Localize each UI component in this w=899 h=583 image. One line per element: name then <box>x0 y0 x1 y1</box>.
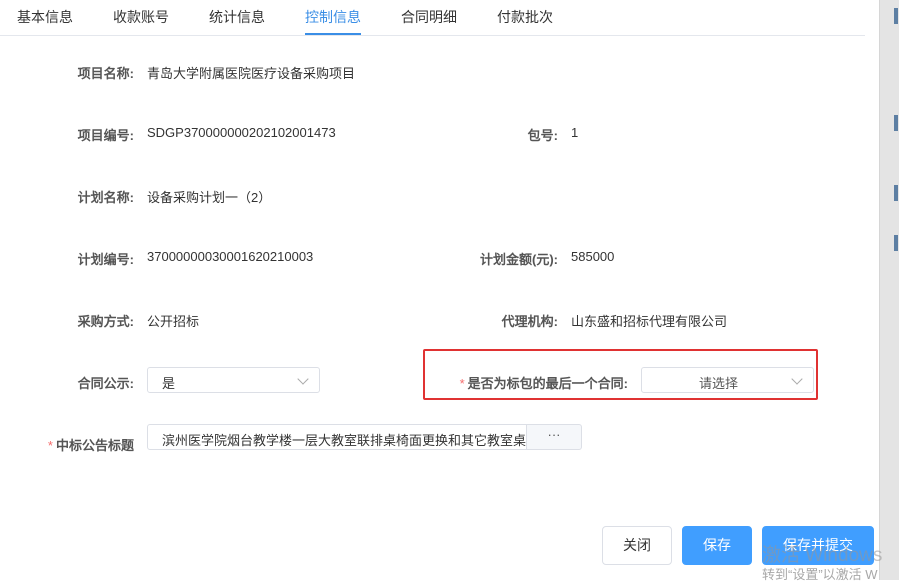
strip-mark <box>894 8 898 24</box>
plan-amount-label: 计划金额(元): <box>480 252 558 267</box>
purchase-method-value: 公开招标 <box>147 314 200 329</box>
save-button[interactable]: 保存 <box>682 526 752 565</box>
bid-notice-title-label-text: 中标公告标题 <box>55 438 134 453</box>
project-name-label: 项目名称: <box>77 66 134 81</box>
tab-receiving-account[interactable]: 收款账号 <box>113 7 169 27</box>
strip-mark <box>894 115 898 131</box>
last-contract-placeholder: 请选择 <box>699 376 739 391</box>
required-mark: * <box>459 376 465 391</box>
tab-contract-details[interactable]: 合同明细 <box>401 7 457 27</box>
package-no-label: 包号: <box>527 128 558 143</box>
tab-bar: 基本信息 收款账号 统计信息 控制信息 合同明细 付款批次 <box>0 0 865 36</box>
last-contract-select[interactable]: 请选择 <box>641 367 814 393</box>
required-mark: * <box>47 438 53 453</box>
plan-no-value: 37000000030001620210003 <box>147 249 314 264</box>
plan-name-value: 设备采购计划一（2） <box>147 190 272 205</box>
agency-label: 代理机构: <box>501 314 558 329</box>
chevron-down-icon <box>297 373 309 385</box>
project-no-value: SDGP370000000202102001473 <box>147 125 336 140</box>
activation-watermark-line2: 转到“设置”以激活 W <box>762 567 878 582</box>
more-button[interactable]: ··· <box>526 424 582 450</box>
plan-name-label: 计划名称: <box>77 190 134 205</box>
strip-mark <box>894 235 898 251</box>
close-button[interactable]: 关闭 <box>602 526 672 565</box>
activation-watermark-line1: 激活 Windows <box>762 545 883 566</box>
tab-payment-batch[interactable]: 付款批次 <box>497 7 553 27</box>
background-window-strip <box>879 0 899 580</box>
bid-notice-title-input[interactable]: 滨州医学院烟台教学楼一层大教室联排桌椅面更换和其它教室桌椅 <box>147 424 527 450</box>
contract-public-select[interactable]: 是 <box>147 367 320 393</box>
tab-control-info[interactable]: 控制信息 <box>305 7 361 27</box>
bid-notice-title-label: * 中标公告标题 <box>20 435 134 454</box>
contract-public-selected: 是 <box>162 376 176 391</box>
agency-value: 山东盛和招标代理有限公司 <box>571 314 728 329</box>
plan-amount-value: 585000 <box>571 249 615 264</box>
tab-basic-info[interactable]: 基本信息 <box>17 7 73 27</box>
last-contract-label: * 是否为标包的最后一个合同: <box>440 373 628 392</box>
tab-statistics[interactable]: 统计信息 <box>209 7 265 27</box>
active-tab-indicator <box>305 33 361 35</box>
plan-no-label: 计划编号: <box>77 252 134 267</box>
purchase-method-label: 采购方式: <box>77 314 134 329</box>
contract-public-label: 合同公示: <box>77 376 134 391</box>
strip-mark <box>894 185 898 201</box>
last-contract-label-text: 是否为标包的最后一个合同: <box>467 376 628 391</box>
project-name-value: 青岛大学附属医院医疗设备采购项目 <box>147 66 356 81</box>
package-no-value: 1 <box>571 125 579 140</box>
chevron-down-icon <box>791 373 803 385</box>
project-no-label: 项目编号: <box>77 128 134 143</box>
